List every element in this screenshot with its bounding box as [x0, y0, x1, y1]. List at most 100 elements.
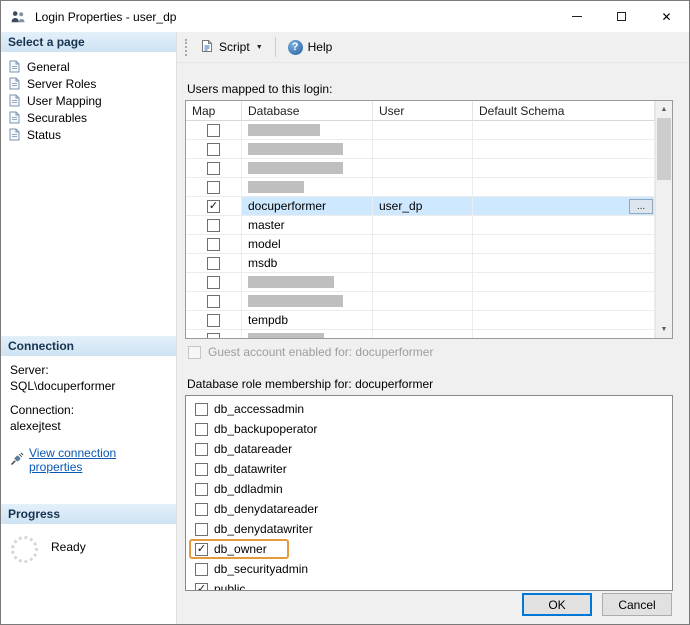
table-row-msdb[interactable]: msdb — [186, 254, 655, 273]
database-cell[interactable] — [242, 121, 373, 140]
table-row[interactable] — [186, 178, 655, 197]
default-schema-cell[interactable] — [473, 273, 655, 292]
role-item-db_ddladmin[interactable]: db_ddladmin — [186, 479, 672, 499]
user-cell[interactable] — [373, 178, 473, 197]
table-row-master[interactable]: master — [186, 216, 655, 235]
role-item-db_accessadmin[interactable]: db_accessadmin — [186, 399, 672, 419]
map-checkbox[interactable] — [207, 124, 220, 137]
role-item-db_datareader[interactable]: db_datareader — [186, 439, 672, 459]
scroll-down-icon[interactable]: ▼ — [656, 321, 672, 338]
user-cell[interactable] — [373, 311, 473, 330]
role-checkbox[interactable] — [195, 443, 208, 456]
map-cell[interactable] — [186, 330, 242, 338]
user-cell[interactable] — [373, 292, 473, 311]
minimize-button[interactable] — [554, 1, 599, 32]
map-checkbox[interactable] — [207, 219, 220, 232]
sidebar-item-user-mapping[interactable]: User Mapping — [1, 92, 176, 109]
table-row-docuperformer[interactable]: docuperformeruser_dp... — [186, 197, 655, 216]
cancel-button[interactable]: Cancel — [602, 593, 672, 616]
sidebar-item-server-roles[interactable]: Server Roles — [1, 75, 176, 92]
default-schema-cell[interactable] — [473, 254, 655, 273]
user-cell[interactable] — [373, 159, 473, 178]
role-item-db_datawriter[interactable]: db_datawriter — [186, 459, 672, 479]
table-row[interactable] — [186, 273, 655, 292]
map-checkbox[interactable] — [207, 295, 220, 308]
script-button[interactable]: Script ▼ — [194, 35, 269, 60]
user-cell[interactable] — [373, 330, 473, 338]
table-row-tempdb[interactable]: tempdb — [186, 311, 655, 330]
default-schema-cell[interactable] — [473, 159, 655, 178]
table-row[interactable] — [186, 121, 655, 140]
role-checkbox[interactable] — [195, 503, 208, 516]
database-cell[interactable] — [242, 140, 373, 159]
role-checkbox[interactable] — [195, 563, 208, 576]
user-cell[interactable] — [373, 140, 473, 159]
browse-button[interactable]: ... — [629, 199, 653, 214]
database-cell[interactable] — [242, 273, 373, 292]
default-schema-cell[interactable] — [473, 311, 655, 330]
map-cell[interactable] — [186, 273, 242, 292]
default-schema-cell[interactable] — [473, 140, 655, 159]
map-cell[interactable] — [186, 216, 242, 235]
map-checkbox[interactable] — [207, 257, 220, 270]
user-cell[interactable] — [373, 273, 473, 292]
map-cell[interactable] — [186, 235, 242, 254]
role-checkbox[interactable] — [195, 423, 208, 436]
default-schema-cell[interactable]: ... — [473, 197, 655, 216]
default-schema-cell[interactable] — [473, 330, 655, 338]
user-cell[interactable] — [373, 121, 473, 140]
role-checkbox[interactable] — [195, 583, 208, 592]
role-item-db_securityadmin[interactable]: db_securityadmin — [186, 559, 672, 579]
table-row[interactable] — [186, 330, 655, 338]
role-item-public[interactable]: public — [186, 579, 672, 591]
database-cell[interactable]: model — [242, 235, 373, 254]
table-scrollbar[interactable]: ▲ ▼ — [655, 101, 672, 338]
map-checkbox[interactable] — [207, 200, 220, 213]
close-button[interactable]: ✕ — [644, 1, 689, 32]
default-schema-cell[interactable] — [473, 235, 655, 254]
scroll-up-icon[interactable]: ▲ — [656, 101, 672, 118]
default-schema-cell[interactable] — [473, 121, 655, 140]
maximize-button[interactable] — [599, 1, 644, 32]
map-checkbox[interactable] — [207, 181, 220, 194]
sidebar-item-status[interactable]: Status — [1, 126, 176, 143]
sidebar-item-securables[interactable]: Securables — [1, 109, 176, 126]
map-cell[interactable] — [186, 197, 242, 216]
map-cell[interactable] — [186, 292, 242, 311]
role-checkbox[interactable] — [195, 483, 208, 496]
scrollbar-thumb[interactable] — [657, 118, 671, 180]
default-schema-cell[interactable] — [473, 178, 655, 197]
user-cell[interactable] — [373, 235, 473, 254]
table-row[interactable] — [186, 292, 655, 311]
database-cell[interactable] — [242, 292, 373, 311]
map-checkbox[interactable] — [207, 314, 220, 327]
map-cell[interactable] — [186, 178, 242, 197]
map-checkbox[interactable] — [207, 333, 220, 339]
database-cell[interactable]: msdb — [242, 254, 373, 273]
database-cell[interactable]: docuperformer — [242, 197, 373, 216]
role-item-db_owner[interactable]: db_owner — [186, 539, 672, 559]
map-checkbox[interactable] — [207, 162, 220, 175]
table-row[interactable] — [186, 159, 655, 178]
role-checkbox[interactable] — [195, 543, 208, 556]
default-schema-cell[interactable] — [473, 216, 655, 235]
map-cell[interactable] — [186, 311, 242, 330]
sidebar-item-general[interactable]: General — [1, 58, 176, 75]
map-checkbox[interactable] — [207, 143, 220, 156]
user-cell[interactable] — [373, 216, 473, 235]
scrollbar-track[interactable] — [656, 118, 672, 321]
view-connection-properties-link[interactable]: View connection properties — [29, 446, 167, 474]
table-row-model[interactable]: model — [186, 235, 655, 254]
database-cell[interactable]: tempdb — [242, 311, 373, 330]
database-cell[interactable] — [242, 159, 373, 178]
map-cell[interactable] — [186, 121, 242, 140]
map-cell[interactable] — [186, 254, 242, 273]
map-cell[interactable] — [186, 140, 242, 159]
role-checkbox[interactable] — [195, 523, 208, 536]
role-checkbox[interactable] — [195, 403, 208, 416]
table-row[interactable] — [186, 140, 655, 159]
help-button[interactable]: ? Help — [282, 36, 339, 59]
user-cell[interactable]: user_dp — [373, 197, 473, 216]
role-item-db_denydatareader[interactable]: db_denydatareader — [186, 499, 672, 519]
user-cell[interactable] — [373, 254, 473, 273]
